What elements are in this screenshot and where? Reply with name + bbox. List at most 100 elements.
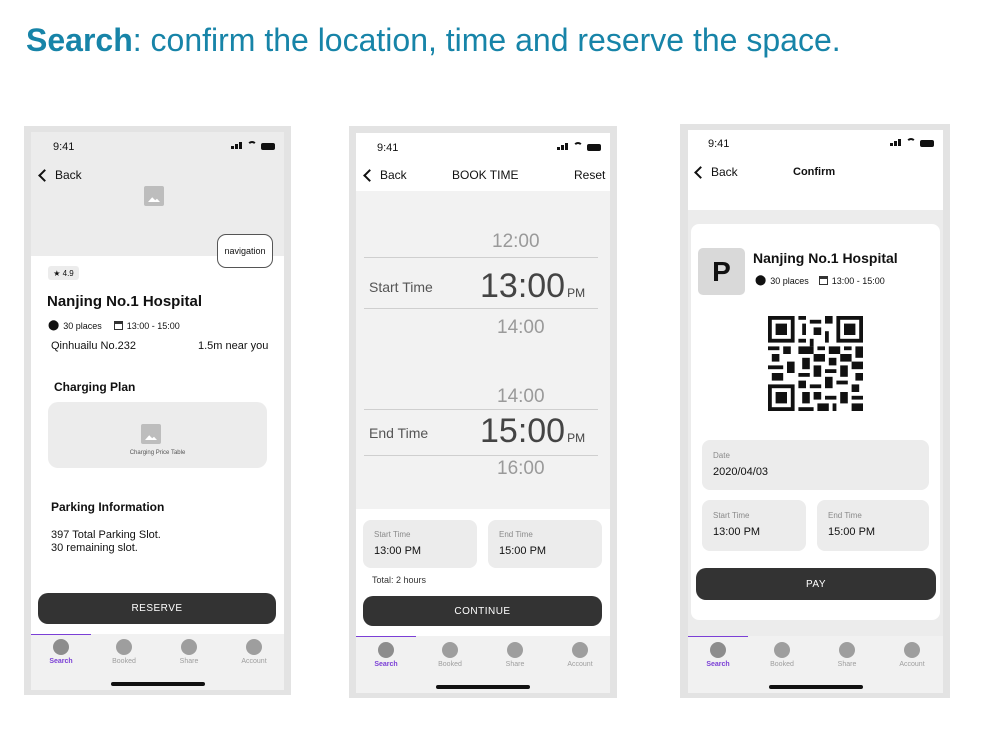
navigation-label: navigation xyxy=(224,246,266,256)
picker-divider xyxy=(364,308,598,309)
end-time-value: 15:00 PM xyxy=(828,526,876,538)
tab-share[interactable]: Share xyxy=(485,642,545,668)
share-icon xyxy=(507,642,523,658)
tab-share[interactable]: Share xyxy=(159,639,219,665)
navigation-button[interactable]: navigation xyxy=(217,234,273,268)
wifi-icon xyxy=(247,141,257,149)
status-time: 9:41 xyxy=(377,142,399,154)
booked-icon xyxy=(116,639,132,655)
chevron-left-icon xyxy=(38,168,51,182)
tab-booked[interactable]: Booked xyxy=(752,642,812,668)
start-time-label: Start Time xyxy=(369,279,433,295)
places-count: 30 places xyxy=(770,275,809,286)
tab-search-label: Search xyxy=(706,661,730,668)
signal-icon xyxy=(557,143,568,150)
date-field[interactable]: Date 2020/04/03 xyxy=(702,440,929,490)
charging-price-caption: Charging Price Table xyxy=(129,450,186,456)
tab-account[interactable]: Account xyxy=(224,639,284,665)
end-time-wheel[interactable]: 15:00 PM xyxy=(480,412,585,451)
tab-account[interactable]: Account xyxy=(882,642,942,668)
parking-total: 397 Total Parking Slot. xyxy=(51,529,161,541)
reset-button[interactable]: Reset xyxy=(574,168,605,182)
start-time-value: 13:00 PM xyxy=(713,526,761,538)
battery-icon xyxy=(920,140,934,147)
active-tab-indicator xyxy=(31,634,91,635)
tab-share[interactable]: Share xyxy=(817,642,877,668)
tab-share-label: Share xyxy=(837,661,857,668)
back-label: Back xyxy=(55,168,82,182)
back-button[interactable]: Back xyxy=(38,168,82,182)
reserve-label: RESERVE xyxy=(131,603,183,614)
account-icon xyxy=(246,639,262,655)
end-time-label: End Time xyxy=(828,511,862,520)
account-icon xyxy=(572,642,588,658)
status-time: 9:41 xyxy=(53,141,75,153)
page-title: Confirm xyxy=(793,166,836,178)
back-button[interactable]: Back xyxy=(694,165,738,179)
charging-price-card[interactable]: Charging Price Table xyxy=(48,402,267,468)
end-time-field[interactable]: End Time 15:00 PM xyxy=(817,500,929,551)
location-pin-icon: ⬤ xyxy=(48,320,60,331)
tab-account-label: Account xyxy=(567,661,593,668)
booked-icon xyxy=(442,642,458,658)
signal-icon xyxy=(231,142,242,149)
date-label: Date xyxy=(713,451,730,460)
pay-button[interactable]: PAY xyxy=(696,568,936,600)
start-box-label: Start Time xyxy=(374,530,411,539)
headline-text: : confirm the location, time and reserve… xyxy=(132,22,841,58)
picker-area: 12:00 Start Time 13:00 PM 14:00 14:00 En… xyxy=(356,191,610,509)
places-count: 30 places xyxy=(63,320,102,331)
tab-booked-label: Booked xyxy=(112,658,136,665)
chevron-left-icon xyxy=(694,165,707,179)
battery-icon xyxy=(261,143,275,150)
tab-search[interactable]: Search xyxy=(356,642,416,668)
tab-account[interactable]: Account xyxy=(550,642,610,668)
tab-search[interactable]: Search xyxy=(31,639,91,665)
tab-search-label: Search xyxy=(374,661,398,668)
slide-headline: Search: confirm the location, time and r… xyxy=(26,22,841,59)
parking-info-title: Parking Information xyxy=(51,500,165,514)
calendar-icon xyxy=(818,276,828,285)
home-indicator xyxy=(769,685,863,689)
booked-icon xyxy=(774,642,790,658)
home-indicator xyxy=(111,682,205,686)
end-time-ampm: PM xyxy=(567,431,586,445)
tab-booked[interactable]: Booked xyxy=(94,639,154,665)
place-name: Nanjing No.1 Hospital xyxy=(753,250,898,266)
tab-bar: Search Booked Share Account xyxy=(688,636,943,693)
reserve-button[interactable]: RESERVE xyxy=(38,593,276,624)
back-button[interactable]: Back xyxy=(363,168,407,182)
start-prev-hour: 12:00 xyxy=(492,231,540,252)
headline-keyword: Search xyxy=(26,22,133,58)
start-time-box[interactable]: Start Time 13:00 PM xyxy=(363,520,477,568)
address-text: Qinhuailu No.232 xyxy=(51,340,137,352)
start-time-wheel[interactable]: 13:00 PM xyxy=(480,267,585,306)
chevron-left-icon xyxy=(363,168,376,182)
start-time-field[interactable]: Start Time 13:00 PM xyxy=(702,500,806,551)
end-prev-hour: 14:00 xyxy=(497,386,545,407)
share-icon xyxy=(839,642,855,658)
parking-p-letter: P xyxy=(712,255,731,287)
picker-divider xyxy=(364,455,598,456)
total-duration: Total: 2 hours xyxy=(372,575,427,585)
end-next-hour: 16:00 xyxy=(497,458,545,479)
date-value: 2020/04/03 xyxy=(713,466,769,478)
continue-button[interactable]: CONTINUE xyxy=(363,596,602,626)
share-icon xyxy=(181,639,197,655)
start-time-value: 13:00 xyxy=(480,267,566,305)
tab-account-label: Account xyxy=(899,661,925,668)
tab-share-label: Share xyxy=(505,661,525,668)
search-icon xyxy=(710,642,726,658)
end-time-label: End Time xyxy=(369,425,429,441)
phone-screen-confirm: 9:41 Back Confirm P Nanjing No.1 Hospita… xyxy=(688,130,943,693)
continue-label: CONTINUE xyxy=(454,605,511,617)
parking-remaining: 30 remaining slot. xyxy=(51,542,138,554)
end-time-box[interactable]: End Time 15:00 PM xyxy=(488,520,602,568)
tab-search[interactable]: Search xyxy=(688,642,748,668)
status-time: 9:41 xyxy=(708,138,730,150)
hours-range: 13:00 - 15:00 xyxy=(831,275,885,286)
tab-booked[interactable]: Booked xyxy=(420,642,480,668)
tab-share-label: Share xyxy=(179,658,199,665)
calendar-icon xyxy=(113,321,123,330)
start-time-label: Start Time xyxy=(713,511,750,520)
